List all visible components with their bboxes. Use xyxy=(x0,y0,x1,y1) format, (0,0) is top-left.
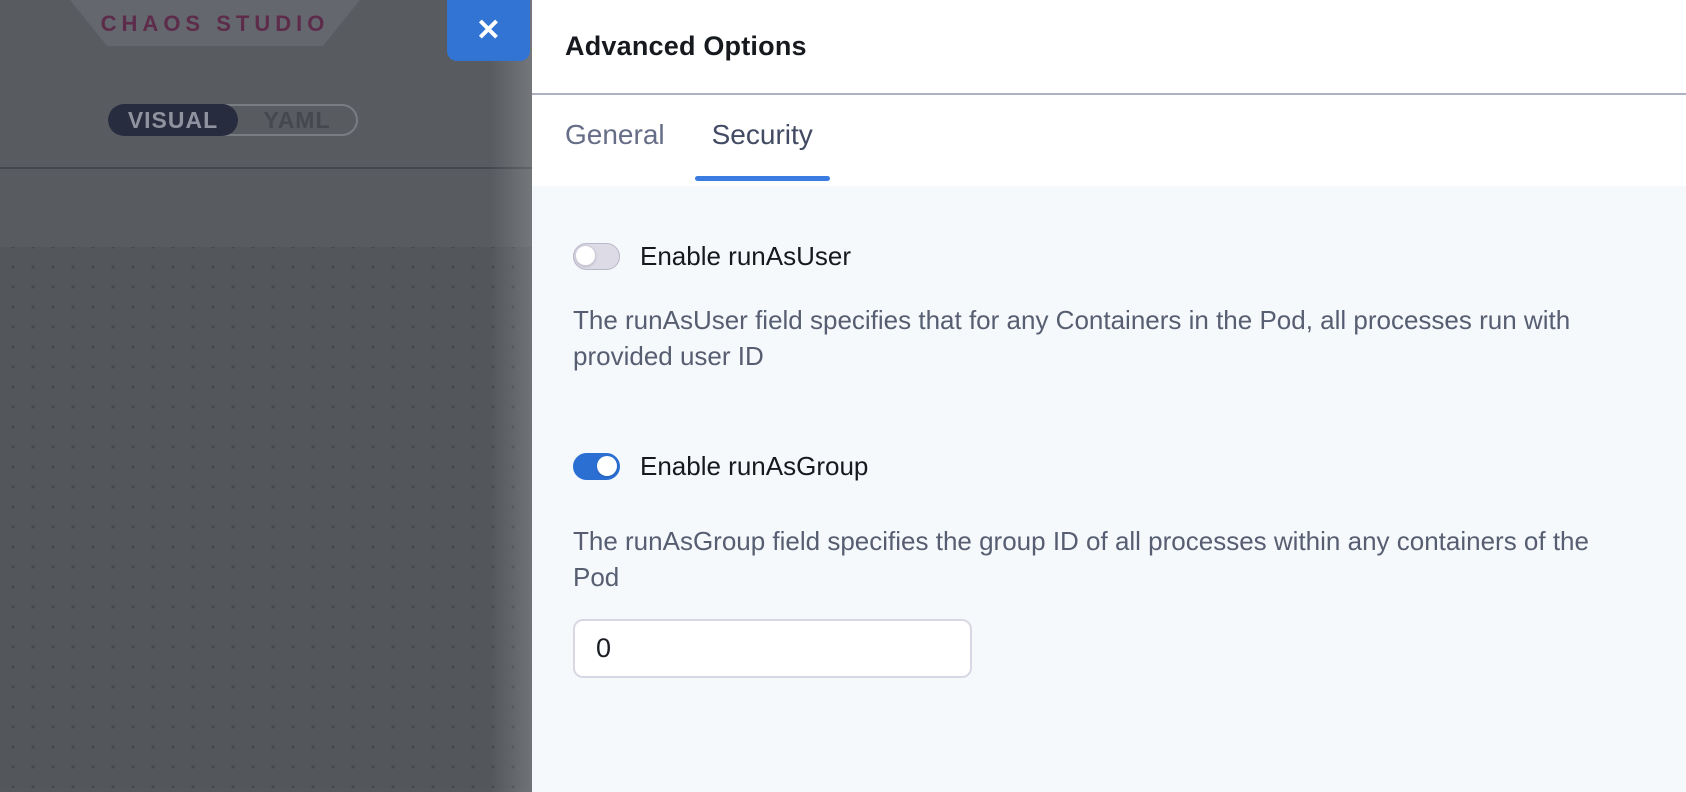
security-tab-panel: Enable runAsUser The runAsUser field spe… xyxy=(532,186,1686,792)
yaml-mode-button[interactable]: YAML xyxy=(238,106,356,134)
tab-security[interactable]: Security xyxy=(695,95,830,186)
run-as-group-label: Enable runAsGroup xyxy=(640,451,868,482)
run-as-group-description: The runAsGroup field specifies the group… xyxy=(573,524,1618,595)
run-as-user-label: Enable runAsUser xyxy=(640,241,851,272)
tab-active-underline xyxy=(695,176,830,181)
run-as-user-toggle[interactable] xyxy=(573,243,620,270)
drawer-title: Advanced Options xyxy=(565,31,807,62)
chaos-studio-logo: CHAOS STUDIO xyxy=(70,0,360,46)
app-window: CHAOS STUDIO VISUAL YAML ✕ Advanced Opti… xyxy=(0,0,1686,792)
toggle-knob xyxy=(575,245,596,266)
run-as-group-row: Enable runAsGroup xyxy=(573,453,1686,480)
visual-yaml-toggle: VISUAL YAML xyxy=(108,104,358,136)
workflow-dot-grid-canvas[interactable] xyxy=(0,247,532,788)
drawer-tab-bar: General Security xyxy=(532,95,1686,186)
close-icon: ✕ xyxy=(476,16,501,46)
chaos-studio-logo-text: CHAOS STUDIO xyxy=(101,9,330,37)
advanced-options-drawer: Advanced Options General Security Enable… xyxy=(532,0,1686,792)
toggle-knob xyxy=(597,456,617,476)
drawer-edge-glow xyxy=(490,0,532,792)
chaos-studio-background: CHAOS STUDIO VISUAL YAML xyxy=(0,0,532,792)
drawer-header: Advanced Options xyxy=(532,0,1686,95)
run-as-group-toggle[interactable] xyxy=(573,453,620,480)
run-as-group-value-input[interactable] xyxy=(573,619,972,678)
visual-mode-button[interactable]: VISUAL xyxy=(108,104,238,136)
tab-security-label: Security xyxy=(712,119,813,151)
run-as-group-section: Enable runAsGroup The runAsGroup field s… xyxy=(573,453,1686,678)
canvas-subheader xyxy=(0,169,532,247)
tab-general-label: General xyxy=(565,119,665,151)
close-drawer-button[interactable]: ✕ xyxy=(447,0,530,61)
run-as-user-row: Enable runAsUser xyxy=(573,243,1686,270)
run-as-user-description: The runAsUser field specifies that for a… xyxy=(573,303,1618,374)
run-as-user-section: Enable runAsUser The runAsUser field spe… xyxy=(573,243,1686,374)
tab-general[interactable]: General xyxy=(548,95,682,186)
